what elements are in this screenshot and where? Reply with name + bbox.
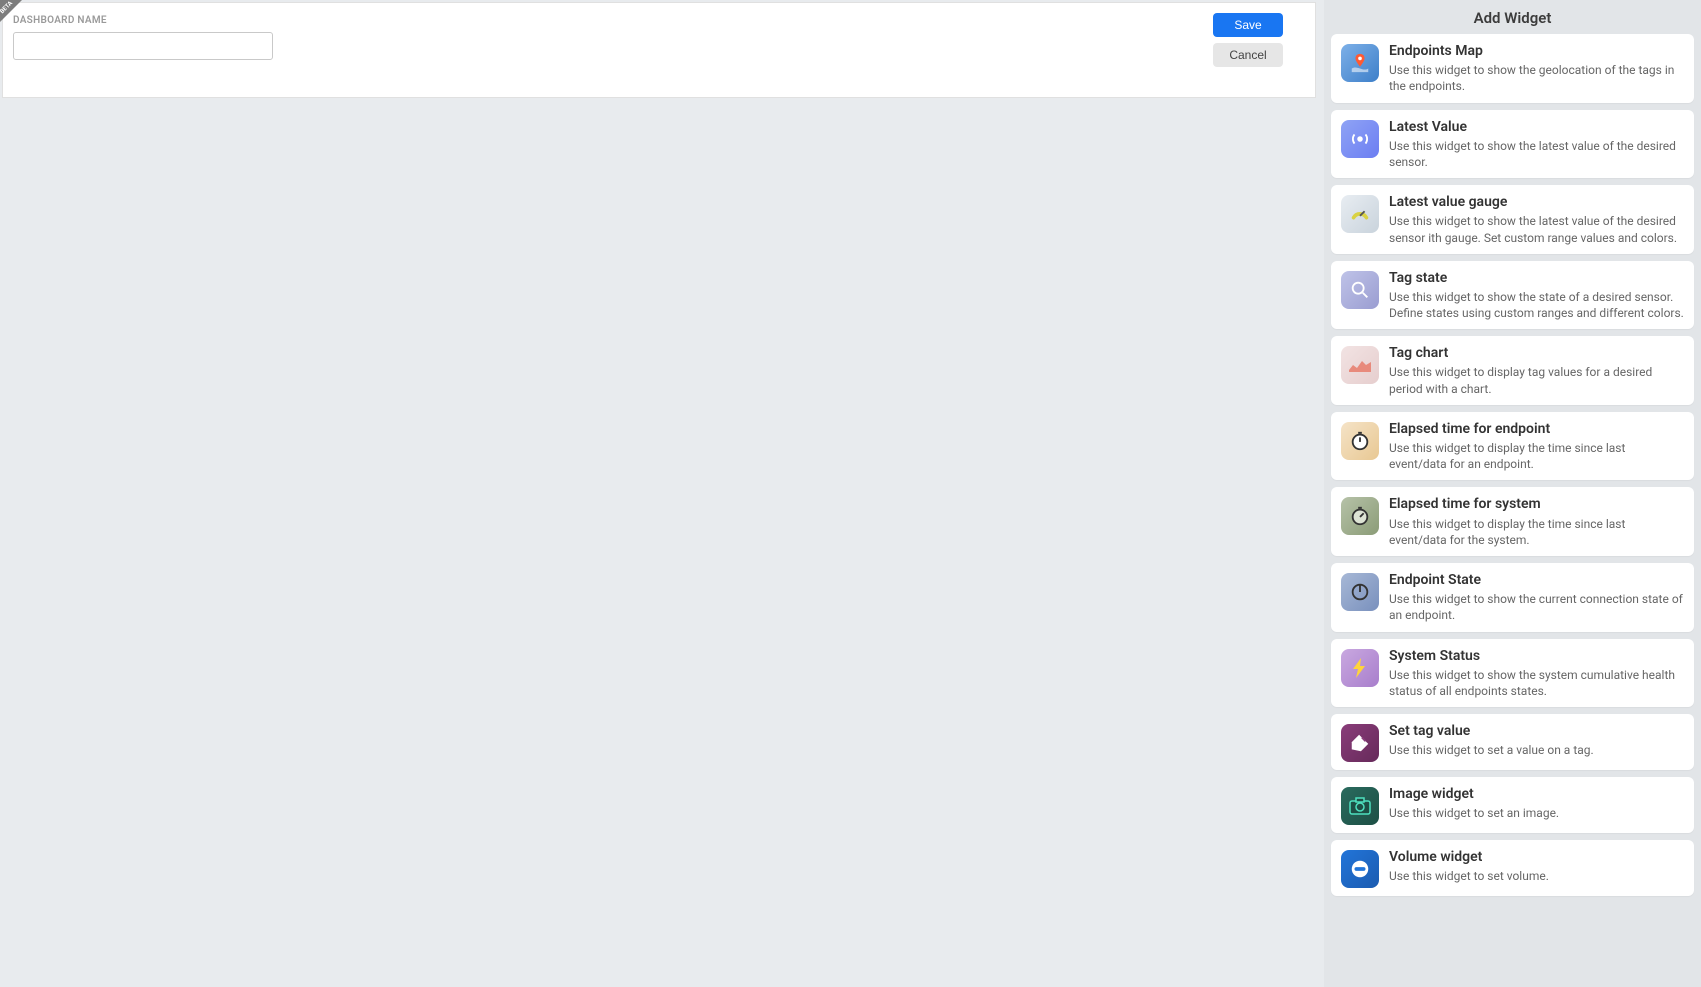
widget-title: Endpoint State bbox=[1389, 571, 1684, 589]
gauge-icon bbox=[1341, 195, 1379, 233]
widget-title: Elapsed time for system bbox=[1389, 495, 1684, 513]
widget-desc: Use this widget to show the latest value… bbox=[1389, 213, 1684, 245]
save-button[interactable]: Save bbox=[1213, 13, 1283, 37]
widget-sidebar: Add Widget Endpoints Map Use this widget… bbox=[1324, 0, 1701, 987]
edit-tag-icon bbox=[1341, 724, 1379, 762]
widget-title: Image widget bbox=[1389, 785, 1684, 803]
widget-title: Endpoints Map bbox=[1389, 42, 1684, 60]
widget-desc: Use this widget to display the time sinc… bbox=[1389, 516, 1684, 548]
camera-icon bbox=[1341, 787, 1379, 825]
widget-title: Tag chart bbox=[1389, 344, 1684, 362]
map-pin-icon bbox=[1341, 44, 1379, 82]
lightning-icon bbox=[1341, 649, 1379, 687]
dashboard-name-card: DASHBOARD NAME Save Cancel bbox=[2, 2, 1316, 98]
stopwatch-icon bbox=[1341, 497, 1379, 535]
widget-title: Elapsed time for endpoint bbox=[1389, 420, 1684, 438]
widget-title: System Status bbox=[1389, 647, 1684, 665]
widget-title: Set tag value bbox=[1389, 722, 1684, 740]
widget-desc: Use this widget to display tag values fo… bbox=[1389, 364, 1684, 396]
widget-desc: Use this widget to set volume. bbox=[1389, 868, 1684, 884]
widget-tag-state[interactable]: Tag state Use this widget to show the st… bbox=[1331, 261, 1694, 330]
widget-title: Latest value gauge bbox=[1389, 193, 1684, 211]
widget-elapsed-endpoint[interactable]: Elapsed time for endpoint Use this widge… bbox=[1331, 412, 1694, 481]
widget-desc: Use this widget to set an image. bbox=[1389, 805, 1684, 821]
widget-set-tag-value[interactable]: Set tag value Use this widget to set a v… bbox=[1331, 714, 1694, 770]
widget-volume[interactable]: Volume widget Use this widget to set vol… bbox=[1331, 840, 1694, 896]
widget-desc: Use this widget to show the system cumul… bbox=[1389, 667, 1684, 699]
widget-title: Latest Value bbox=[1389, 118, 1684, 136]
volume-icon bbox=[1341, 850, 1379, 888]
widget-list: Endpoints Map Use this widget to show th… bbox=[1324, 34, 1701, 906]
widget-endpoint-state[interactable]: Endpoint State Use this widget to show t… bbox=[1331, 563, 1694, 632]
widget-endpoints-map[interactable]: Endpoints Map Use this widget to show th… bbox=[1331, 34, 1694, 103]
widget-title: Volume widget bbox=[1389, 848, 1684, 866]
broadcast-icon bbox=[1341, 120, 1379, 158]
widget-title: Tag state bbox=[1389, 269, 1684, 287]
widget-image[interactable]: Image widget Use this widget to set an i… bbox=[1331, 777, 1694, 833]
widget-desc: Use this widget to set a value on a tag. bbox=[1389, 742, 1684, 758]
widget-latest-value-gauge[interactable]: Latest value gauge Use this widget to sh… bbox=[1331, 185, 1694, 254]
area-chart-icon bbox=[1341, 346, 1379, 384]
widget-system-status[interactable]: System Status Use this widget to show th… bbox=[1331, 639, 1694, 708]
action-buttons: Save Cancel bbox=[1213, 13, 1283, 67]
stopwatch-icon bbox=[1341, 422, 1379, 460]
widget-desc: Use this widget to show the geolocation … bbox=[1389, 62, 1684, 94]
widget-elapsed-system[interactable]: Elapsed time for system Use this widget … bbox=[1331, 487, 1694, 556]
dashboard-name-input[interactable] bbox=[13, 32, 273, 60]
main-area: DASHBOARD NAME Save Cancel bbox=[0, 0, 1324, 987]
power-icon bbox=[1341, 573, 1379, 611]
widget-tag-chart[interactable]: Tag chart Use this widget to display tag… bbox=[1331, 336, 1694, 405]
cancel-button[interactable]: Cancel bbox=[1213, 43, 1283, 67]
widget-desc: Use this widget to show the current conn… bbox=[1389, 591, 1684, 623]
beta-ribbon bbox=[0, 0, 22, 22]
widget-desc: Use this widget to show the latest value… bbox=[1389, 138, 1684, 170]
dashboard-name-label: DASHBOARD NAME bbox=[13, 15, 1305, 26]
widget-desc: Use this widget to show the state of a d… bbox=[1389, 289, 1684, 321]
magnifier-icon bbox=[1341, 271, 1379, 309]
sidebar-title: Add Widget bbox=[1324, 0, 1701, 34]
widget-desc: Use this widget to display the time sinc… bbox=[1389, 440, 1684, 472]
widget-latest-value[interactable]: Latest Value Use this widget to show the… bbox=[1331, 110, 1694, 179]
